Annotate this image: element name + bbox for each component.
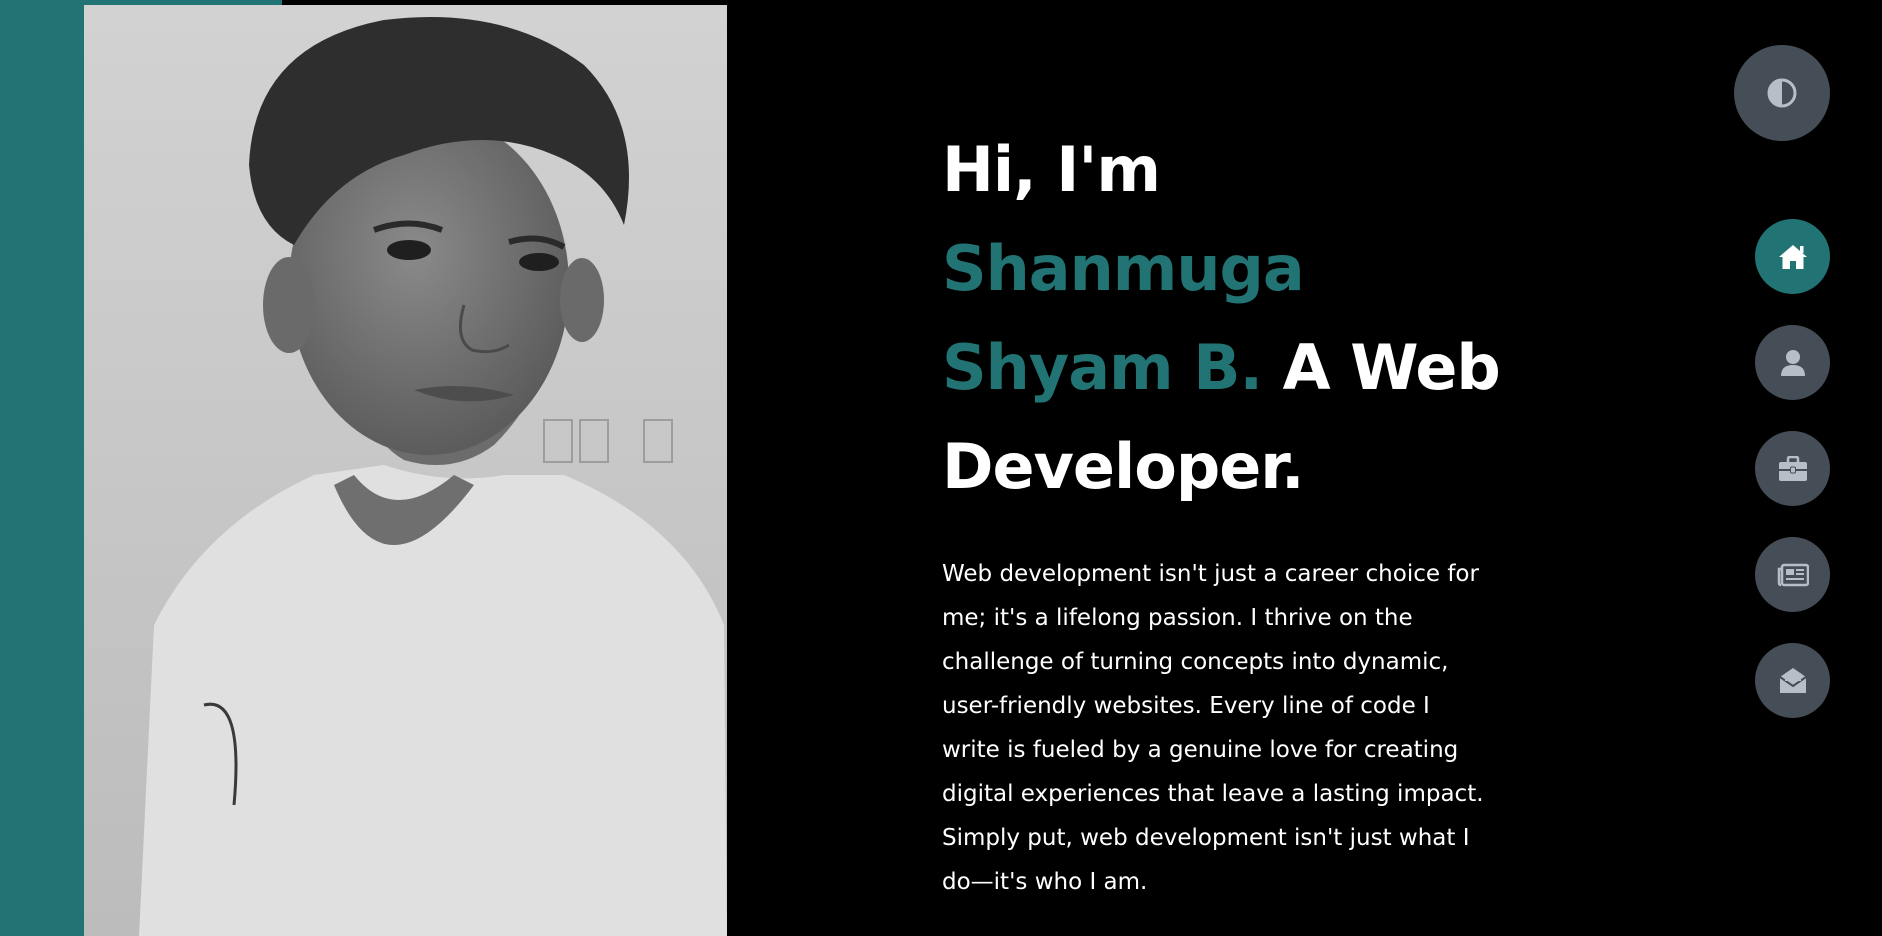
greeting-text: Hi, I'm [942,133,1161,206]
hero-section: Hi, I'm Shanmuga Shyam B. A Web Developer. … [942,120,1542,904]
nav-contact-button[interactable] [1755,643,1830,718]
role-text-part1: A Web [1262,331,1501,404]
role-text-part2: Developer. [942,430,1305,503]
theme-toggle-button[interactable] [1734,45,1830,141]
nav-portfolio-button[interactable] [1755,431,1830,506]
contrast-icon [1767,78,1797,108]
name-first: Shanmuga [942,232,1305,305]
nav-blog-button[interactable] [1755,537,1830,612]
hero-heading: Hi, I'm Shanmuga Shyam B. A Web Developer. [942,120,1542,516]
name-last: Shyam B. [942,331,1263,404]
nav-home-button[interactable] [1755,219,1830,294]
portfolio-page: Hi, I'm Shanmuga Shyam B. A Web Developer. … [0,0,1882,936]
user-icon [1780,349,1805,376]
accent-strip [0,0,84,936]
home-icon [1778,244,1807,269]
profile-photo [84,5,727,936]
nav-about-button[interactable] [1755,325,1830,400]
newspaper-icon [1777,563,1809,586]
scroll-progress-bar [0,0,282,5]
envelope-open-icon [1778,667,1807,693]
briefcase-icon [1778,455,1807,481]
hero-description: Web development isn't just a career choi… [942,561,1484,895]
side-nav [1755,219,1830,749]
